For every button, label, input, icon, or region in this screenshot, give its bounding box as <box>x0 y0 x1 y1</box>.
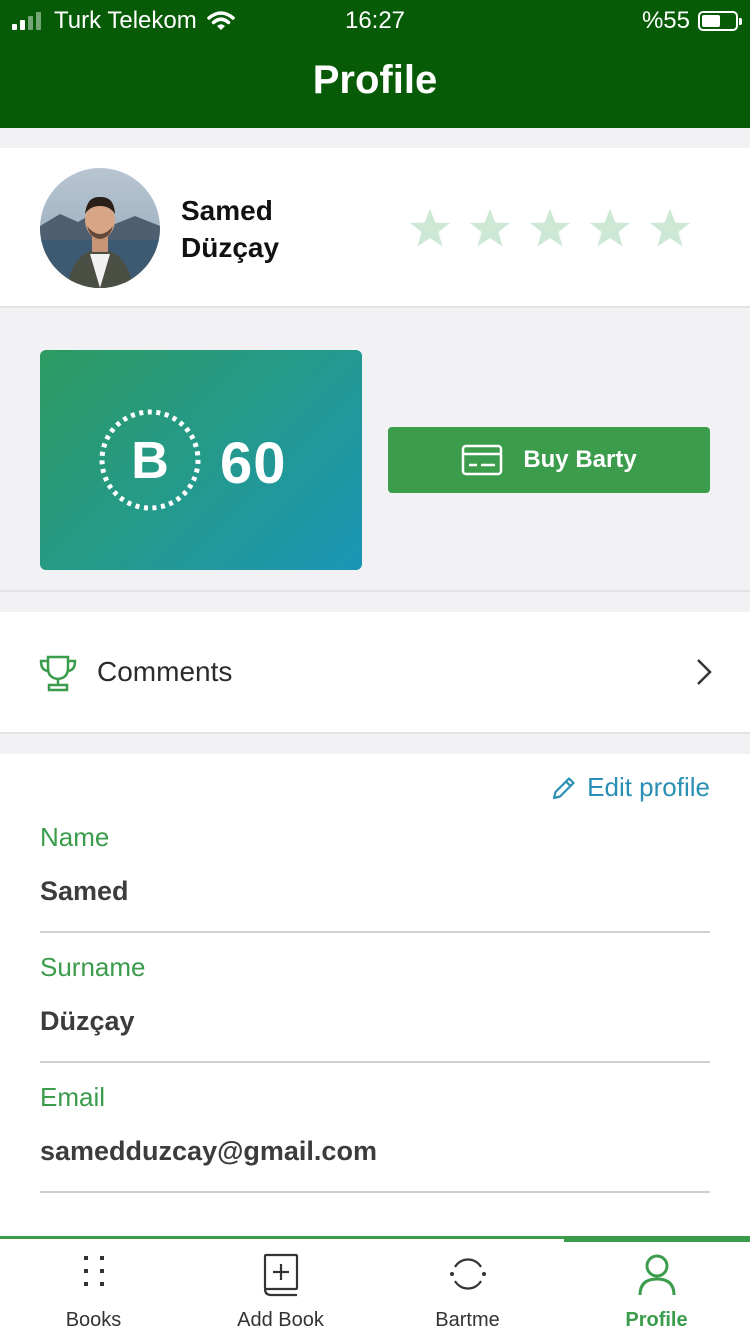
status-bar: Turk Telekom 16:27 %55 <box>0 0 750 40</box>
buy-barty-label: Buy Barty <box>523 446 637 473</box>
star-icon <box>590 208 630 247</box>
balance-card: B 60 <box>40 350 362 570</box>
user-last-name: Düzçay <box>181 232 280 263</box>
user-first-name: Samed <box>181 195 273 226</box>
status-time: 16:27 <box>344 7 406 34</box>
exchange-icon <box>449 1258 486 1290</box>
tab-profile[interactable]: Profile <box>563 1239 750 1334</box>
page-title: Profile <box>312 58 438 102</box>
name-value[interactable]: Samed <box>40 876 129 907</box>
comments-label: Comments <box>97 656 233 687</box>
battery-group: %55 <box>641 7 742 35</box>
battery-percent: %55 <box>641 7 690 34</box>
coin-symbol: B <box>131 432 169 490</box>
pencil-icon <box>553 776 575 799</box>
top-bar: Turk Telekom 16:27 %55 Profile <box>0 0 750 128</box>
email-value[interactable]: samedduzcay@gmail.com <box>40 1136 377 1167</box>
grid-icon <box>83 1256 104 1286</box>
tab-add-book[interactable]: Add Book <box>187 1239 374 1334</box>
edit-profile-label: Edit profile <box>587 772 710 802</box>
email-label: Email <box>40 1082 106 1112</box>
star-icon <box>650 208 690 247</box>
star-icon <box>530 208 570 247</box>
tab-bar: Books Add Book Bartme Profile <box>0 1236 750 1334</box>
credit-card-icon <box>462 444 503 476</box>
battery-icon <box>698 11 742 31</box>
wallet-section: B 60 Buy Barty <box>0 310 750 592</box>
star-icon <box>470 208 510 247</box>
trophy-icon <box>39 655 77 692</box>
person-icon <box>638 1254 675 1296</box>
profile-form: Edit profile Name Samed Surname Düzçay E… <box>0 754 750 1238</box>
surname-divider <box>40 1061 710 1063</box>
tab-books[interactable]: Books <box>0 1239 187 1334</box>
edit-profile-link[interactable]: Edit profile <box>551 772 710 803</box>
user-name: Samed Düzçay <box>181 192 381 266</box>
email-divider <box>40 1191 710 1193</box>
surname-value[interactable]: Düzçay <box>40 1006 135 1037</box>
buy-barty-button[interactable]: Buy Barty <box>388 427 710 493</box>
barty-coin-icon: B <box>99 409 201 511</box>
tab-add-book-label: Add Book <box>237 1309 324 1331</box>
tab-bartme-label: Bartme <box>435 1309 500 1331</box>
chevron-right-icon <box>697 659 712 685</box>
star-icon <box>410 208 450 247</box>
add-book-icon <box>263 1253 298 1297</box>
surname-label: Surname <box>40 952 146 982</box>
name-label: Name <box>40 822 110 852</box>
name-divider <box>40 931 710 933</box>
tab-bartme[interactable]: Bartme <box>374 1239 561 1334</box>
rating-stars <box>408 206 708 250</box>
avatar[interactable] <box>40 168 160 288</box>
comments-row[interactable]: Comments <box>0 612 750 734</box>
user-card: Samed Düzçay <box>0 148 750 308</box>
tab-books-label: Books <box>65 1309 122 1331</box>
balance-value: 60 <box>220 431 287 496</box>
tab-profile-label: Profile <box>625 1309 688 1331</box>
